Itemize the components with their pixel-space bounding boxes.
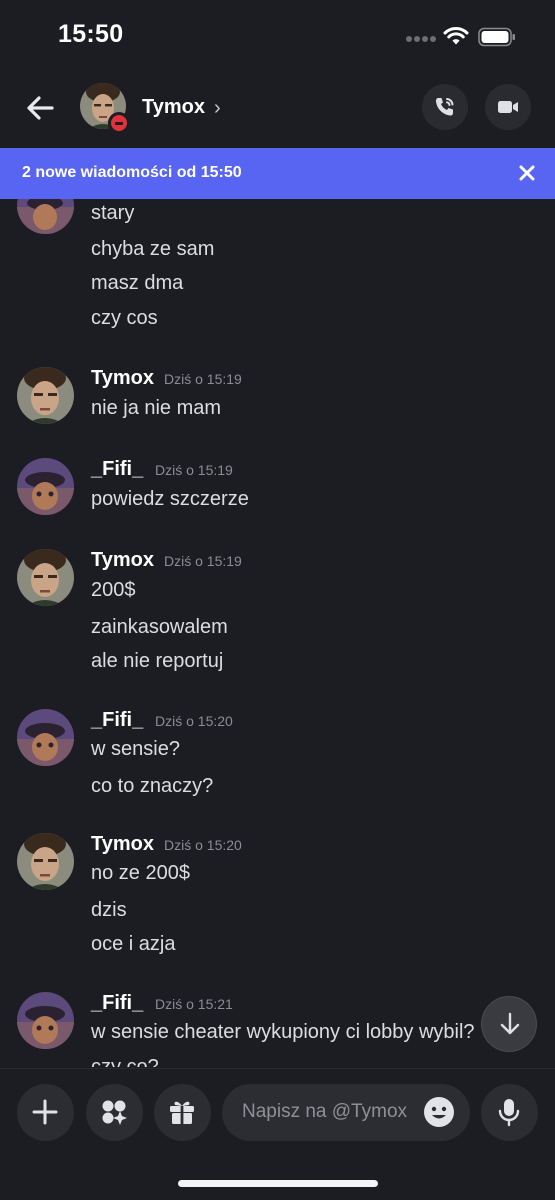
phone-call-icon: [436, 98, 454, 116]
arrow-down-icon: [500, 1012, 520, 1035]
gift-button[interactable]: [154, 1084, 211, 1141]
message-timestamp: Dziś o 15:19: [164, 371, 242, 387]
message-author[interactable]: _Fifi_: [91, 709, 143, 732]
voice-call-button[interactable]: [422, 84, 468, 130]
cellular-signal-icon: [406, 36, 436, 44]
avatar[interactable]: [17, 709, 74, 766]
avatar[interactable]: [17, 833, 74, 890]
message-text: powiedz szczerze: [91, 488, 249, 510]
new-messages-text: 2 nowe wiadomości od 15:50: [22, 164, 242, 181]
chat-header: Tymox ›: [0, 72, 555, 148]
avatar[interactable]: [17, 458, 74, 515]
video-camera-icon: [498, 101, 518, 113]
message-author[interactable]: _Fifi_: [91, 458, 143, 481]
avatar[interactable]: [17, 367, 74, 424]
message-text: czy cos: [91, 307, 158, 329]
message-author[interactable]: Tymox: [91, 367, 154, 390]
message-text: chyba ze sam: [91, 238, 215, 260]
message-text: co to znaczy?: [91, 775, 214, 797]
voice-message-button[interactable]: [481, 1084, 538, 1141]
status-bar: 15:50: [0, 0, 555, 72]
wifi-icon: [443, 26, 469, 45]
message-timestamp: Dziś o 15:20: [164, 837, 242, 853]
chevron-right-icon[interactable]: ›: [214, 97, 221, 120]
message-author[interactable]: _Fifi_: [91, 992, 143, 1015]
message-text: w sensie?: [91, 738, 180, 760]
message-text: dzis: [91, 899, 127, 921]
message-text: nie ja nie mam: [91, 397, 222, 419]
message-list[interactable]: stary chyba ze sam masz dma czy cos Tymo…: [0, 199, 555, 1067]
scroll-to-bottom-button[interactable]: [481, 996, 537, 1052]
message-input-placeholder: Napisz na @Tymox: [242, 1101, 408, 1122]
message-text: oce i azja: [91, 933, 176, 955]
message-timestamp: Dziś o 15:20: [155, 713, 233, 729]
message-timestamp: Dziś o 15:19: [155, 462, 233, 478]
apps-icon: [102, 1100, 127, 1125]
message-timestamp: Dziś o 15:21: [155, 996, 233, 1012]
new-messages-banner[interactable]: 2 nowe wiadomości od 15:50: [0, 148, 555, 199]
message-text: czy co?: [91, 1056, 159, 1067]
message-author[interactable]: Tymox: [91, 549, 154, 572]
message-timestamp: Dziś o 15:19: [164, 553, 242, 569]
avatar[interactable]: [17, 992, 74, 1049]
message-author[interactable]: Tymox: [91, 833, 154, 856]
message-text: stary: [91, 202, 135, 224]
message-input[interactable]: Napisz na @Tymox: [222, 1084, 470, 1141]
message-text: zainkasowalem: [91, 616, 228, 638]
home-indicator[interactable]: [178, 1180, 378, 1187]
chat-username[interactable]: Tymox: [142, 96, 205, 119]
apps-button[interactable]: [86, 1084, 143, 1141]
message-text: ale nie reportuj: [91, 650, 224, 672]
avatar[interactable]: [17, 549, 74, 606]
video-call-button[interactable]: [485, 84, 531, 130]
avatar[interactable]: [17, 199, 74, 234]
emoji-icon[interactable]: [422, 1095, 456, 1129]
close-icon[interactable]: [513, 159, 541, 187]
gift-icon: [170, 1101, 194, 1124]
message-text: masz dma: [91, 272, 184, 294]
dnd-status-badge: [108, 112, 130, 134]
arrow-left-icon[interactable]: [22, 90, 58, 126]
status-time: 15:50: [58, 20, 124, 48]
add-attachment-button[interactable]: [17, 1084, 74, 1141]
message-text: w sensie cheater wykupiony ci lobby wybi…: [91, 1021, 475, 1043]
microphone-icon: [498, 1099, 520, 1127]
message-text: no ze 200$: [91, 862, 190, 884]
plus-icon: [32, 1099, 58, 1125]
message-text: 200$: [91, 579, 136, 601]
battery-icon: [478, 27, 515, 47]
